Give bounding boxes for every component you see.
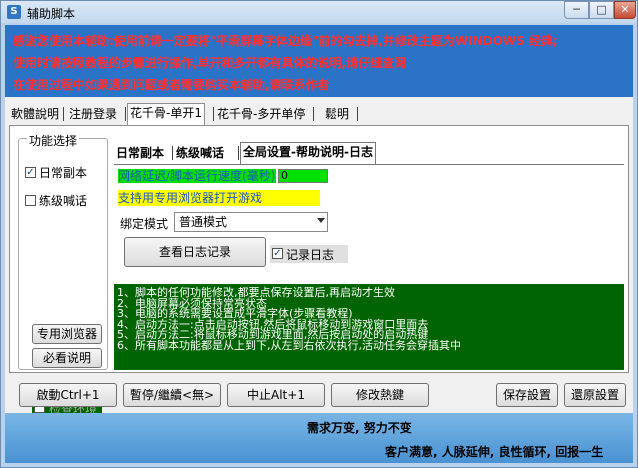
tab-separator [63,107,64,121]
footer-slogan: 需求万变, 努力不变 [307,421,412,435]
app-window: S 辅助脚本 ─ □ ✕ 感谢您使用本辅助:使用前请一定要将"平滑屏幕字体边缘"… [0,0,638,468]
window-title: 辅助脚本 [27,7,76,21]
browser-button[interactable]: 专用浏览器 [32,324,102,344]
start-button[interactable]: 啟動Ctrl+1 [19,383,117,407]
bind-mode-value: 普通模式 [179,215,228,229]
record-log-label: 记录日志 [286,248,335,262]
close-button[interactable]: ✕ [614,1,636,19]
tab-software-info[interactable]: 軟體說明 [9,105,61,125]
practice-label: 练级喊话 [39,194,88,208]
delay-label: 网络延迟/脚本运行速度(毫秒) [118,169,276,183]
footer-motto: 客户满意, 人脉延伸, 良性循环, 回报一生 [385,445,604,459]
pause-button[interactable]: 暫停/繼續<無> [123,383,221,407]
title-bar[interactable]: S 辅助脚本 ─ □ ✕ [1,1,637,23]
log-line: 6、所有脚本功能都是从上到下,从左到右依次执行,活动任务会穿插其中 [117,338,461,352]
banner-line-2: 使用时请按照教程的步骤进行操作,单开和多开都有具体的说明,请仔细查阅 [13,56,407,70]
bind-mode-label: 绑定模式 [120,217,169,231]
help-log-area[interactable]: 1、脚本的任何功能修改,都要点保存设置后,再启动才生效 2、电脑屏幕必须保持常亮… [114,284,624,370]
tab-single-open[interactable]: 花千骨-单开1 [127,103,205,125]
browser-support-label: 支持用专用浏览器打开游戏 [118,190,320,206]
action-bar: 啟動Ctrl+1 暫停/繼續<無> 中止Alt+1 修改熱鍵 保存設置 還原設置 [5,381,633,411]
stop-button[interactable]: 中止Alt+1 [227,383,325,407]
global-settings-pane: 网络延迟/脚本运行速度(毫秒) 0 支持用专用浏览器打开游戏 绑定模式 普通模式… [114,164,624,272]
app-icon: S [7,5,21,19]
tab-separator [238,146,239,160]
client-area: 感谢您使用本辅助:使用前请一定要将"平滑屏幕字体边缘"前的勾去掉,并修改主题为W… [5,25,633,463]
practice-checkbox[interactable] [25,195,36,206]
banner-line-1: 感谢您使用本辅助:使用前请一定要将"平滑屏幕字体边缘"前的勾去掉,并修改主题为W… [13,34,558,48]
tab-multi-open[interactable]: 花千骨-多开单停 [215,105,307,125]
save-settings-button[interactable]: 保存設置 [496,383,558,407]
view-log-button[interactable]: 查看日志记录 [124,237,266,267]
tab-daily[interactable]: 日常副本 [116,144,164,164]
tab-separator [357,107,358,121]
chevron-down-icon [317,218,325,223]
footer-banner: 需求万变, 努力不变 客户满意, 人脉延伸, 良性循环, 回报一生 [5,413,633,463]
tab-separator [125,107,126,121]
daily-label: 日常副本 [39,166,88,180]
single-open-panel: 功能选择 ✓ 日常副本 练级喊话 检查环境 专用浏览器 必看说明 日常副本 练级… [9,125,629,416]
group-title: 功能选择 [27,132,80,149]
tab-global-settings[interactable]: 全局设置-帮助说明-日志 [240,142,376,164]
daily-checkbox[interactable]: ✓ [25,167,36,178]
tab-explain[interactable]: 鬆明 [323,105,351,125]
record-log-checkbox[interactable]: ✓ [272,248,283,259]
delay-input[interactable]: 0 [278,169,328,183]
hotkey-button[interactable]: 修改熱鍵 [331,383,429,407]
tab-register-login[interactable]: 注册登录 [67,105,119,125]
minimize-button[interactable]: ─ [564,1,589,19]
banner-line-3: 在使用过程中如果遇到问题或者需要购买本辅助,请联系作者 [13,78,330,92]
must-read-button[interactable]: 必看说明 [32,348,102,368]
tab-practice[interactable]: 练级喊话 [176,144,224,164]
tab-separator [172,146,173,160]
tab-separator [313,107,314,121]
maximize-button[interactable]: □ [589,1,614,19]
restore-settings-button[interactable]: 還原設置 [564,383,626,407]
record-log-row[interactable]: ✓ 记录日志 [270,245,348,263]
notice-banner: 感谢您使用本辅助:使用前请一定要将"平滑屏幕字体边缘"前的勾去掉,并修改主题为W… [5,25,633,97]
tab-separator [213,107,214,121]
bind-mode-select[interactable]: 普通模式 [174,212,328,232]
